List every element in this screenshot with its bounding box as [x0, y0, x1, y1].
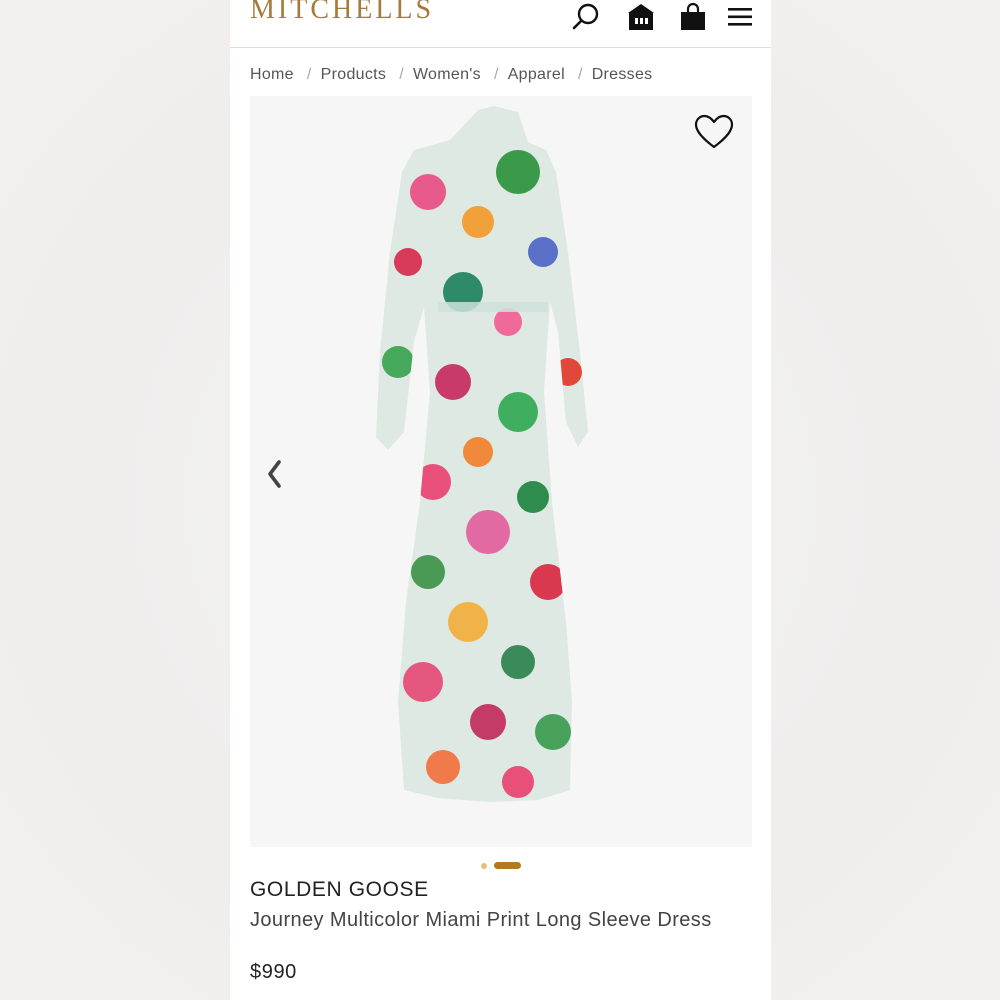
- breadcrumb-womens[interactable]: Women's: [413, 66, 481, 83]
- breadcrumb-separator: /: [306, 66, 312, 83]
- store-icon[interactable]: [623, 0, 659, 34]
- site-header: MITCHELLS: [230, 0, 771, 48]
- gallery-dot-active[interactable]: [494, 862, 521, 869]
- breadcrumb: Home / Products / Women's / Apparel / Dresses: [250, 66, 652, 84]
- shopping-bag-icon[interactable]: [675, 0, 711, 34]
- previous-image-chevron-icon[interactable]: [260, 456, 290, 492]
- breadcrumb-separator: /: [399, 66, 404, 83]
- product-page: MITCHELLS Home / Products / Women's / Ap…: [230, 0, 771, 1000]
- breadcrumb-dresses[interactable]: Dresses: [592, 66, 653, 83]
- breadcrumb-separator: /: [577, 66, 583, 83]
- gallery-dot-inactive[interactable]: [481, 863, 487, 869]
- breadcrumb-apparel[interactable]: Apparel: [508, 66, 565, 83]
- menu-icon[interactable]: [722, 0, 758, 34]
- site-logo[interactable]: MITCHELLS: [250, 0, 434, 26]
- breadcrumb-products[interactable]: Products: [321, 66, 387, 83]
- breadcrumb-separator: /: [493, 66, 499, 83]
- wishlist-heart-icon[interactable]: [694, 114, 734, 150]
- product-brand[interactable]: GOLDEN GOOSE: [250, 878, 429, 902]
- product-image-gallery[interactable]: [250, 96, 752, 847]
- product-image: [376, 106, 588, 802]
- breadcrumb-home[interactable]: Home: [250, 66, 294, 83]
- product-name: Journey Multicolor Miami Print Long Slee…: [250, 909, 712, 931]
- search-icon[interactable]: [568, 0, 604, 34]
- product-price: $990: [250, 961, 297, 983]
- gallery-pagination: [230, 858, 771, 872]
